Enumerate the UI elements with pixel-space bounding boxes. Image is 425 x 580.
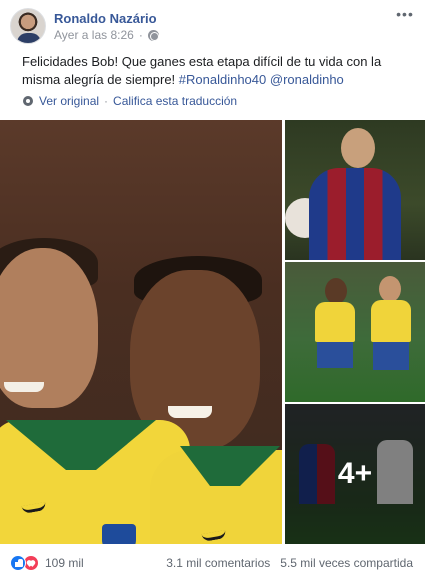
- more-options-button[interactable]: •••: [392, 7, 418, 26]
- comments-count-link[interactable]: 3.1 mil comentarios: [166, 556, 270, 570]
- mention-link[interactable]: @ronaldinho: [270, 72, 344, 87]
- photo-figure: [309, 168, 401, 260]
- photo-thumb-2[interactable]: [285, 262, 425, 402]
- post-header: Ronaldo Nazário Ayer a las 8:26 · •••: [8, 6, 418, 46]
- reactions-count: 109 mil: [45, 556, 84, 570]
- photo-thumb-1[interactable]: [285, 120, 425, 260]
- meta-separator: ·: [138, 28, 143, 42]
- photo-thumb-3[interactable]: 4+: [285, 404, 425, 544]
- photo-figure: [325, 278, 347, 304]
- photo-figure: [379, 276, 401, 302]
- avatar-shirt: [17, 33, 41, 43]
- photo-figure: [4, 382, 44, 392]
- photo-grid: 4+: [0, 120, 425, 544]
- post-meta: Ayer a las 8:26 ·: [54, 28, 159, 42]
- photo-figure: [373, 342, 409, 370]
- shares-count-link[interactable]: 5.5 mil veces compartida: [280, 556, 413, 570]
- like-icon: [10, 555, 26, 571]
- see-original-link[interactable]: Ver original: [39, 94, 99, 108]
- gear-icon[interactable]: [22, 95, 34, 107]
- photo-figure: [168, 406, 212, 418]
- more-photos-count: 4+: [337, 457, 373, 490]
- post-timestamp[interactable]: Ayer a las 8:26: [54, 28, 134, 42]
- crest-icon: [102, 524, 136, 544]
- translation-bar: Ver original · Califica esta traducción: [22, 94, 237, 108]
- post-message: Felicidades Bob! Que ganes esta etapa di…: [22, 53, 412, 89]
- photo-figure: [317, 342, 353, 368]
- author-avatar[interactable]: [10, 8, 46, 44]
- globe-icon[interactable]: [147, 29, 159, 41]
- photo-main[interactable]: [0, 120, 282, 544]
- more-photos-overlay[interactable]: 4+: [285, 404, 425, 544]
- author-name[interactable]: Ronaldo Nazário: [54, 11, 157, 26]
- facebook-post: Ronaldo Nazário Ayer a las 8:26 · ••• Fe…: [0, 0, 425, 580]
- hashtag-link[interactable]: #Ronaldinho40: [179, 72, 266, 87]
- engagement-stats: 3.1 mil comentarios 5.5 mil veces compar…: [166, 556, 413, 570]
- reactions-summary[interactable]: 109 mil: [10, 555, 84, 571]
- photo-figure: [315, 302, 355, 342]
- translation-separator: ·: [104, 94, 109, 108]
- photo-figure: [341, 128, 375, 168]
- post-footer: 109 mil 3.1 mil comentarios 5.5 mil vece…: [0, 548, 425, 578]
- photo-figure: [371, 300, 411, 342]
- rate-translation-link[interactable]: Califica esta traducción: [113, 94, 237, 108]
